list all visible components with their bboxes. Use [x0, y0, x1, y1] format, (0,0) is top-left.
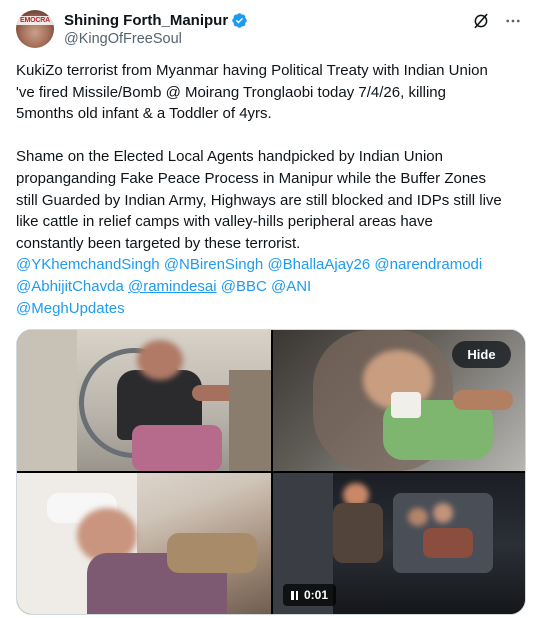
- header-actions: [472, 12, 522, 30]
- mention-link[interactable]: @NBirenSingh: [164, 256, 263, 273]
- media-video[interactable]: 0:01: [273, 473, 525, 614]
- mentions-line-1: @YKhemchandSingh @NBirenSingh @BhallaAja…: [16, 254, 526, 276]
- avatar-text: EMOCRA: [16, 16, 54, 25]
- tweet-header: EMOCRA Shining Forth_Manipur @KingOfFree…: [16, 8, 522, 48]
- avatar[interactable]: EMOCRA: [16, 10, 54, 48]
- media-photo-2[interactable]: Hide: [273, 330, 525, 471]
- tweet-line: constantly been targeted by these terror…: [16, 234, 301, 252]
- hide-media-button[interactable]: Hide: [452, 341, 511, 368]
- mentions-line-2: @AbhijitChavda @ramindesai @BBC @ANI: [16, 276, 526, 298]
- tweet-line: 've fired Missile/Bomb @ Moirang Trongla…: [16, 83, 446, 101]
- video-time-label: 0:01: [304, 588, 329, 602]
- mention-link[interactable]: @BhallaAjay26: [267, 256, 370, 273]
- pause-icon[interactable]: [291, 590, 298, 600]
- media-photo-1[interactable]: [17, 330, 271, 471]
- tweet-line: like cattle in relief camps with valley-…: [16, 213, 433, 231]
- tweet-line: still Guarded by Indian Army, Highways a…: [16, 191, 502, 209]
- mention-link[interactable]: @BBC: [221, 278, 267, 295]
- author-names: Shining Forth_Manipur @KingOfFreeSoul: [64, 10, 248, 48]
- mention-link[interactable]: @ANI: [271, 278, 311, 295]
- mention-link[interactable]: @YKhemchandSingh: [16, 256, 160, 273]
- mentions-line-3: @MeghUpdates: [16, 298, 526, 320]
- tweet-line: 5months old infant & a Toddler of 4yrs.: [16, 105, 272, 123]
- video-timestamp[interactable]: 0:01: [283, 584, 337, 606]
- tweet-line: propanganding Fake Peace Process in Mani…: [16, 169, 487, 187]
- grok-icon[interactable]: [472, 12, 490, 30]
- media-photo-3[interactable]: [17, 473, 271, 614]
- mention-link[interactable]: @narendramodi: [374, 256, 482, 273]
- mention-link[interactable]: @AbhijitChavda: [16, 278, 124, 295]
- tweet-text: KukiZo terrorist from Myanmar having Pol…: [16, 60, 526, 319]
- handle[interactable]: @KingOfFreeSoul: [64, 30, 248, 48]
- media-grid: Hide 0:01: [16, 329, 526, 615]
- display-name[interactable]: Shining Forth_Manipur: [64, 12, 228, 29]
- mention-link[interactable]: @MeghUpdates: [16, 300, 125, 317]
- tweet-line: KukiZo terrorist from Myanmar having Pol…: [16, 62, 488, 79]
- more-options-icon[interactable]: [504, 12, 522, 30]
- tweet-card: EMOCRA Shining Forth_Manipur @KingOfFree…: [0, 0, 538, 618]
- tweet-line: Shame on the Elected Local Agents handpi…: [16, 148, 443, 166]
- verified-badge-icon: [232, 12, 247, 28]
- mention-link[interactable]: @ramindesai: [128, 278, 217, 295]
